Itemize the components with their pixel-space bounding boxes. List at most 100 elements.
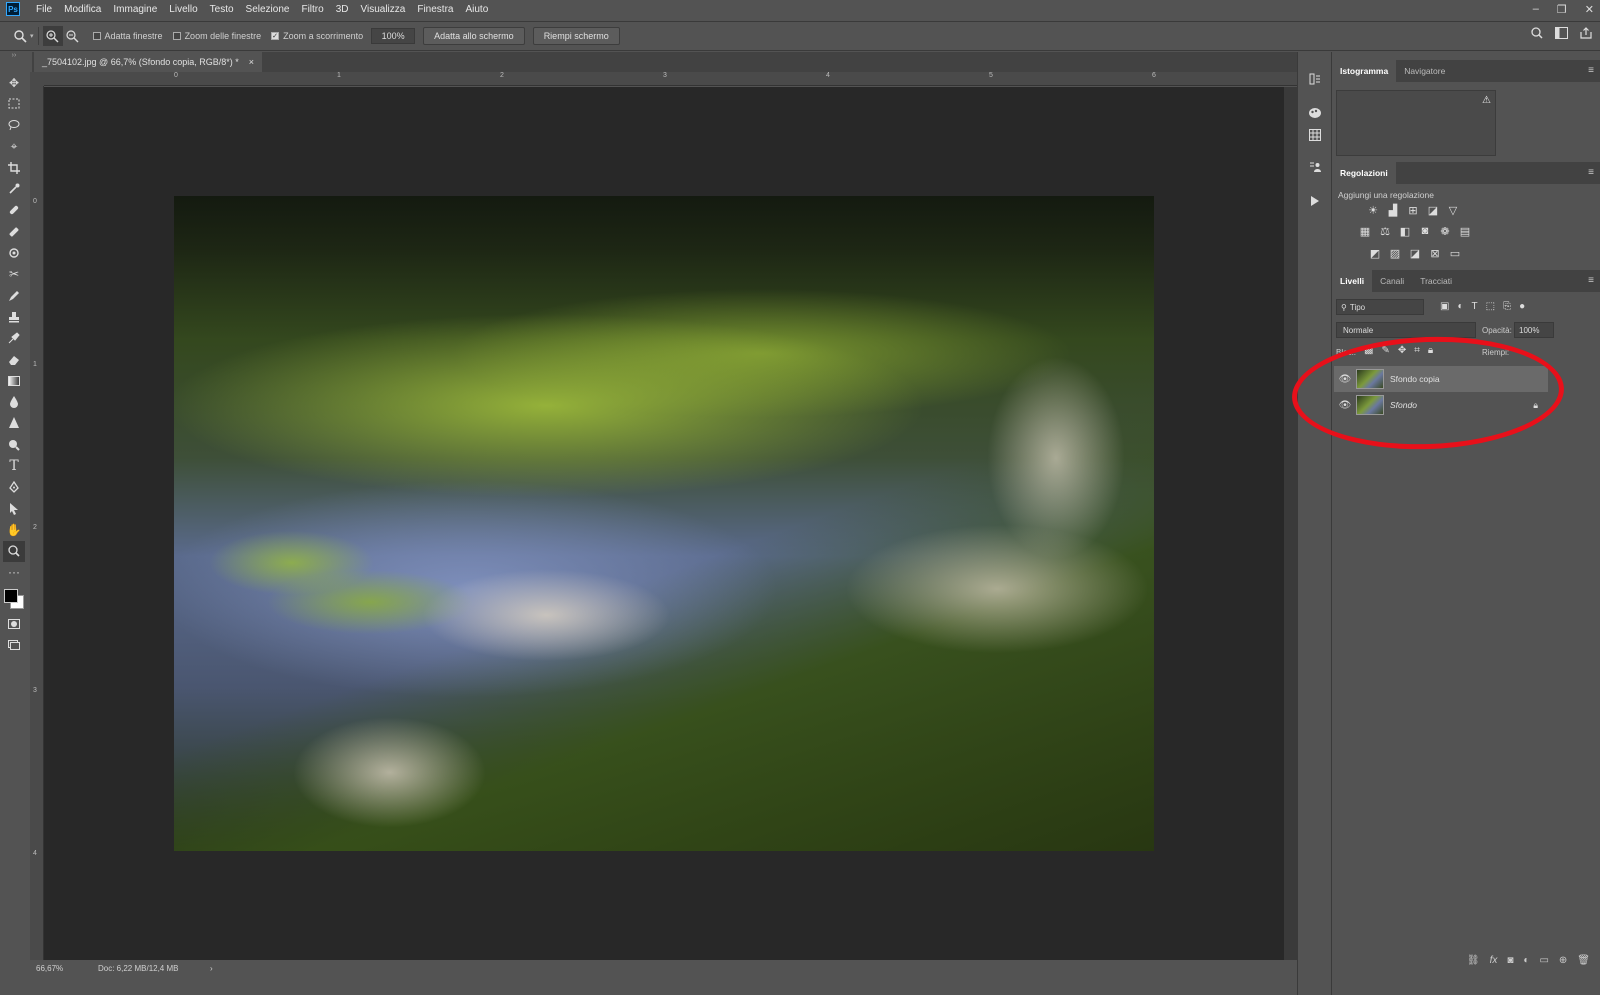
link-layers-icon[interactable]: ⛓ [1467, 955, 1480, 975]
zoom-percent-field[interactable]: 100% [371, 28, 416, 44]
levels-icon[interactable]: ▟ [1386, 203, 1400, 217]
history-panel-icon[interactable] [1306, 70, 1324, 88]
menu-aiuto[interactable]: Aiuto [459, 4, 494, 15]
history-brush-tool-icon[interactable]: ✂ [3, 264, 25, 285]
warning-icon[interactable]: ⚠ [1482, 95, 1491, 106]
eyedropper-tool-icon[interactable] [3, 178, 25, 199]
layer-name[interactable]: Sfondo [1390, 400, 1417, 410]
channel-mixer-icon[interactable]: ❁ [1438, 224, 1452, 238]
checkbox-checked-box[interactable]: ✓ [271, 32, 280, 40]
crop-tool-icon[interactable] [3, 157, 25, 178]
filter-smart-icon[interactable]: ⎘ [1503, 301, 1511, 312]
type-tool-icon[interactable]: T [3, 455, 25, 476]
quick-mask-icon[interactable] [3, 613, 25, 634]
menu-livello[interactable]: Livello [163, 4, 203, 15]
zoom-scorrimento-checkbox[interactable]: ✓ Zoom a scorrimento [271, 31, 363, 41]
actions-play-icon[interactable] [1306, 192, 1324, 210]
lock-artboard-icon[interactable]: ⌗ [1414, 345, 1420, 356]
zoom-finestre-checkbox[interactable]: Zoom delle finestre [172, 31, 261, 41]
zoom-tool-selected-icon[interactable] [3, 540, 25, 562]
pen-tool-icon[interactable] [3, 477, 25, 498]
lock-all-icon[interactable]: 🔒︎ [1428, 345, 1433, 356]
move-tool-icon[interactable]: ✥ [3, 72, 25, 93]
dodge-tool-icon[interactable] [3, 434, 25, 455]
photo-filter-icon[interactable]: ◙ [1418, 224, 1432, 238]
color-swatches[interactable] [2, 585, 26, 613]
menu-file[interactable]: File [30, 4, 58, 15]
exposure-icon[interactable]: ◪ [1426, 203, 1440, 217]
add-mask-icon[interactable]: ◙ [1507, 955, 1513, 975]
restore-icon[interactable]: ❐ [1557, 3, 1567, 16]
tab-canali[interactable]: Canali [1372, 270, 1412, 292]
vertical-scrollbar[interactable] [1284, 87, 1297, 960]
curves-icon[interactable]: ⊞ [1406, 203, 1420, 217]
tab-navigatore[interactable]: Navigatore [1396, 60, 1453, 82]
checkbox-box[interactable] [92, 32, 101, 40]
layer-lock-icon[interactable]: 🔒︎ [1533, 400, 1538, 411]
color-lookup-icon[interactable]: ▤ [1458, 224, 1472, 238]
layer-filter-select[interactable]: ⚲ Tipo [1336, 299, 1424, 315]
ruler-vertical[interactable]: 0 1 2 3 4 [30, 86, 44, 964]
brush-tool-icon[interactable] [3, 221, 25, 242]
more-tools-icon[interactable]: ··· [3, 562, 25, 583]
layer-name[interactable]: Sfondo copia [1390, 374, 1440, 384]
fit-screen-button[interactable]: Adatta allo schermo [423, 27, 525, 45]
layer-style-icon[interactable]: fx [1490, 955, 1498, 975]
close-icon[interactable]: ✕ [1585, 3, 1594, 16]
pencil-tool-icon[interactable] [3, 285, 25, 306]
menu-3d[interactable]: 3D [330, 4, 355, 15]
lock-transparency-icon[interactable]: ▩ [1364, 345, 1373, 356]
foreground-color-swatch[interactable] [4, 589, 18, 604]
status-zoom[interactable]: 66,67% [36, 964, 63, 973]
new-adjustment-icon[interactable]: ◐ [1523, 955, 1529, 975]
ruler-horizontal[interactable]: 0 1 2 3 4 5 6 [44, 72, 1297, 86]
threshold-icon[interactable]: ◪ [1408, 246, 1422, 260]
minimize-icon[interactable]: – [1533, 3, 1539, 15]
color-balance-icon[interactable]: ⚖ [1378, 224, 1392, 238]
filter-toggle-icon[interactable]: ● [1519, 301, 1525, 312]
sharpen-tool-icon[interactable] [3, 413, 25, 434]
search-icon[interactable] [1531, 27, 1543, 42]
menu-finestra[interactable]: Finestra [411, 4, 459, 15]
screen-mode-icon[interactable] [3, 634, 25, 655]
blur-tool-icon[interactable] [3, 391, 25, 412]
adatta-finestre-checkbox[interactable]: Adatta finestre [92, 31, 163, 41]
zoom-tool-icon[interactable] [10, 26, 30, 46]
swatches-panel-icon[interactable] [1306, 126, 1324, 144]
stamp-tool-icon[interactable] [3, 306, 25, 327]
gradient-tool-icon[interactable] [3, 370, 25, 391]
layer-row[interactable]: 👁︎ Sfondo 🔒︎ [1334, 392, 1548, 418]
black-white-icon[interactable]: ◧ [1398, 224, 1412, 238]
opacity-field[interactable]: 100% [1514, 322, 1554, 338]
visibility-eye-icon[interactable]: 👁︎ [1334, 400, 1356, 411]
brightness-icon[interactable]: ☀ [1366, 203, 1380, 217]
tab-istogramma[interactable]: Istogramma [1332, 60, 1397, 82]
layer-row[interactable]: 👁︎ Sfondo copia [1334, 366, 1548, 392]
selective-color-icon[interactable]: ⊠ [1428, 246, 1442, 260]
gradient-map-icon[interactable]: ▭ [1448, 246, 1462, 260]
zoom-out-icon[interactable] [63, 26, 83, 46]
hue-saturation-icon[interactable]: ▦ [1358, 224, 1372, 238]
filter-type-icon[interactable]: T [1472, 301, 1478, 312]
eraser-tool-icon[interactable] [3, 349, 25, 370]
healing-brush-tool-icon[interactable] [3, 200, 25, 221]
hand-tool-icon[interactable]: ✋ [3, 519, 25, 540]
new-group-icon[interactable]: ▭ [1539, 955, 1548, 975]
blend-mode-select[interactable]: Normale [1336, 322, 1476, 338]
filter-adjustment-icon[interactable]: ◐ [1457, 301, 1463, 312]
menu-visualizza[interactable]: Visualizza [355, 4, 412, 15]
clone-stamp-tool-icon[interactable] [3, 242, 25, 263]
visibility-eye-icon[interactable]: 👁︎ [1334, 374, 1356, 385]
fill-screen-button[interactable]: Riempi schermo [532, 27, 620, 45]
document-image[interactable] [174, 196, 1154, 851]
new-layer-icon[interactable]: ⊕ [1559, 955, 1567, 975]
menu-immagine[interactable]: Immagine [107, 4, 163, 15]
checkbox-box[interactable] [172, 32, 181, 40]
menu-filtro[interactable]: Filtro [295, 4, 329, 15]
color-panel-icon[interactable] [1306, 104, 1324, 122]
invert-icon[interactable]: ◩ [1368, 246, 1382, 260]
path-selection-tool-icon[interactable] [3, 498, 25, 519]
vibrance-icon[interactable]: ▽ [1446, 203, 1460, 217]
quick-selection-tool-icon[interactable]: ⌖ [3, 136, 25, 157]
document-tab[interactable]: _7504102.jpg @ 66,7% (Sfondo copia, RGB/… [34, 52, 263, 72]
